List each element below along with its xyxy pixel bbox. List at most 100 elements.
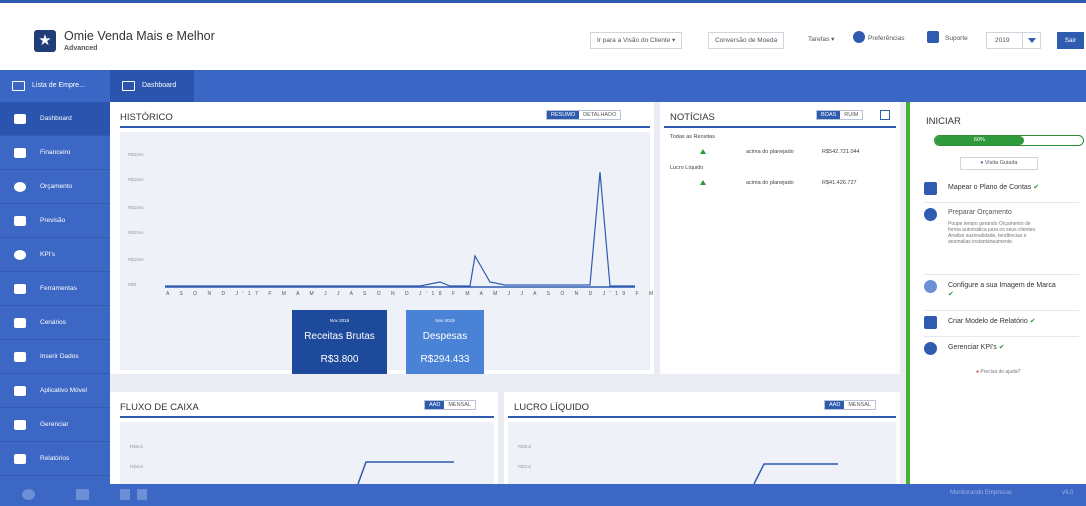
phone-icon[interactable]: [22, 489, 35, 500]
sidebar-item-cenarios[interactable]: Cenários: [0, 306, 110, 340]
historico-chart-area: R$20mi R$15mi R$10mi R$20mi R$10mi R$0 A…: [120, 132, 762, 374]
check-icon: ✔: [998, 344, 1005, 351]
step-modelo-relatorio[interactable]: Criar Modelo de Relatório ✔: [924, 316, 1079, 334]
step-imagem-marca[interactable]: Configure a sua Imagem de Marca ✔: [924, 280, 1079, 308]
sidebar-item-relatorios[interactable]: Relatórios: [0, 442, 110, 476]
toggle-detalhado[interactable]: DETALHADO: [579, 111, 620, 119]
news-row-text: acima do planejado: [746, 180, 794, 186]
sidebar-item-label: Gerenciar: [40, 421, 69, 428]
currency-conversion-button[interactable]: Conversão de Moeda: [708, 32, 785, 49]
footer-bar: Monitorando Empresas v9.0: [0, 484, 1086, 506]
chevron-down-icon[interactable]: [1022, 32, 1041, 49]
sidebar-item-aplicativo-movel[interactable]: Aplicativo Móvel: [0, 374, 110, 408]
step-text: Gerenciar KPI's: [948, 344, 997, 351]
dashboard-icon: [122, 81, 135, 91]
divider: [508, 416, 896, 418]
expand-icon[interactable]: [880, 110, 890, 120]
news-section-receitas: Todas as Receitas: [670, 134, 715, 140]
sidebar-item-gerenciar[interactable]: Gerenciar: [0, 408, 110, 442]
app-title: Omie Venda Mais e Melhor: [64, 29, 215, 43]
toggle-boas[interactable]: BOAS: [817, 111, 841, 119]
scenarios-icon: [14, 318, 26, 328]
help-link[interactable]: ● Precisa de ajuda?: [976, 369, 1020, 375]
toggle-ruim[interactable]: RUIM: [840, 111, 862, 119]
support-link[interactable]: Suporte: [945, 35, 968, 42]
sidebar-item-ferramentas[interactable]: Ferramentas: [0, 272, 110, 306]
toggle-mensal[interactable]: MENSAL: [844, 401, 875, 409]
divider: [924, 310, 1079, 311]
tab-bar: Lista de Empre... Dashboard: [0, 70, 1086, 102]
sidebar-item-label: Dashboard: [40, 115, 72, 122]
despesas-card[interactable]: Nov 2019 Despesas R$294.433: [406, 310, 484, 374]
list-icon: [12, 81, 25, 91]
sidebar-item-inserir-dados[interactable]: Inserir Dados: [0, 340, 110, 374]
sidebar-item-previsao[interactable]: Previsão: [0, 204, 110, 238]
divider: [120, 126, 650, 128]
lucro-title: LUCRO LÍQUIDO: [514, 402, 589, 413]
iniciar-title: INICIAR: [926, 116, 961, 127]
tab-dashboard[interactable]: Dashboard: [110, 70, 194, 102]
step-text: Mapear o Plano de Contas: [948, 184, 1032, 191]
series-line-flat: [165, 171, 635, 287]
sidebar: Dashboard Financeiro Orçamento Previsão …: [0, 102, 110, 484]
star-logo-icon: ★: [34, 30, 56, 52]
client-view-button[interactable]: Ir para a Visão do Cliente ▾: [590, 32, 683, 49]
lucro-toggle[interactable]: AAD MENSAL: [824, 400, 876, 410]
guided-tour-label: Visita Guiada: [984, 160, 1018, 166]
linkedin-icon[interactable]: [137, 489, 147, 500]
help-icon: ●: [976, 369, 980, 375]
receitas-label: Receitas Brutas: [304, 331, 375, 342]
sidebar-item-orcamento[interactable]: Orçamento: [0, 170, 110, 204]
divider: [924, 274, 1079, 275]
tasks-menu[interactable]: Tarefas ▾: [808, 35, 834, 43]
preferences-link[interactable]: Preferências: [868, 35, 905, 42]
noticias-toggle[interactable]: BOAS RUIM: [816, 110, 864, 120]
mail-icon[interactable]: [76, 489, 89, 500]
step-description: Poupe tempo gerando Orçamento de forma a…: [948, 221, 1037, 245]
gear-icon[interactable]: [853, 31, 865, 43]
historico-line-chart: [165, 171, 635, 288]
footer-version: v9.0: [1062, 490, 1074, 496]
sidebar-item-kpis[interactable]: KPI's: [0, 238, 110, 272]
series-line: [753, 463, 838, 484]
sidebar-item-label: KPI's: [40, 251, 55, 258]
sidebar-item-label: Relatórios: [40, 455, 70, 462]
noticias-panel: NOTÍCIAS BOAS RUIM Todas as Receitas aci…: [660, 102, 900, 374]
logout-button[interactable]: Sair: [1057, 32, 1084, 49]
step-label: Preparar Orçamento: [948, 209, 1012, 216]
divider: [924, 336, 1079, 337]
toggle-resumo[interactable]: RESUMO: [547, 111, 580, 119]
receitas-card[interactable]: Nov 2019 Receitas Brutas R$3.800: [292, 310, 387, 374]
toggle-mensal[interactable]: MENSAL: [444, 401, 475, 409]
toggle-aad[interactable]: AAD: [825, 401, 845, 409]
pie-chart-icon: [924, 342, 937, 355]
lucro-chart-area: R$3mi R$1mi: [508, 422, 896, 484]
arrow-up-icon: [700, 180, 706, 185]
report-icon: [924, 316, 937, 329]
tab-label: Lista de Empre...: [32, 82, 85, 89]
historico-toggle[interactable]: RESUMO DETALHADO: [546, 110, 622, 120]
step-gerenciar-kpis[interactable]: Gerenciar KPI's ✔: [924, 342, 1079, 360]
budget-icon: [14, 182, 26, 192]
sidebar-item-dashboard[interactable]: Dashboard: [0, 102, 110, 136]
step-mapear-plano[interactable]: Mapear o Plano de Contas ✔: [924, 182, 1079, 200]
fluxo-panel: FLUXO DE CAIXA AAD MENSAL R$5mi R$4mi: [110, 392, 498, 484]
location-pin-icon: ♦: [980, 160, 984, 166]
sidebar-item-label: Financeiro: [40, 149, 71, 156]
tab-company-list[interactable]: Lista de Empre...: [0, 70, 100, 102]
support-icon[interactable]: [927, 31, 939, 43]
arrow-up-icon: [700, 149, 706, 154]
toggle-aad[interactable]: AAD: [425, 401, 445, 409]
fluxo-toggle[interactable]: AAD MENSAL: [424, 400, 476, 410]
check-icon: ✔: [948, 291, 954, 298]
step-label: Configure a sua Imagem de Marca ✔: [948, 281, 1058, 299]
guided-tour-button[interactable]: ♦ Visita Guiada: [960, 157, 1038, 170]
facebook-icon[interactable]: [120, 489, 130, 500]
cloud-upload-icon: [14, 352, 26, 362]
step-preparar-orcamento[interactable]: Preparar Orçamento Poupe tempo gerando O…: [924, 208, 1079, 268]
sidebar-item-financeiro[interactable]: Financeiro: [0, 136, 110, 170]
top-header: ★ Omie Venda Mais e Melhor Advanced Ir p…: [0, 0, 1086, 70]
news-row-value: R$542.721.044: [822, 149, 860, 155]
sidebar-item-label: Aplicativo Móvel: [40, 387, 87, 394]
app-window: ★ Omie Venda Mais e Melhor Advanced Ir p…: [0, 0, 1086, 506]
